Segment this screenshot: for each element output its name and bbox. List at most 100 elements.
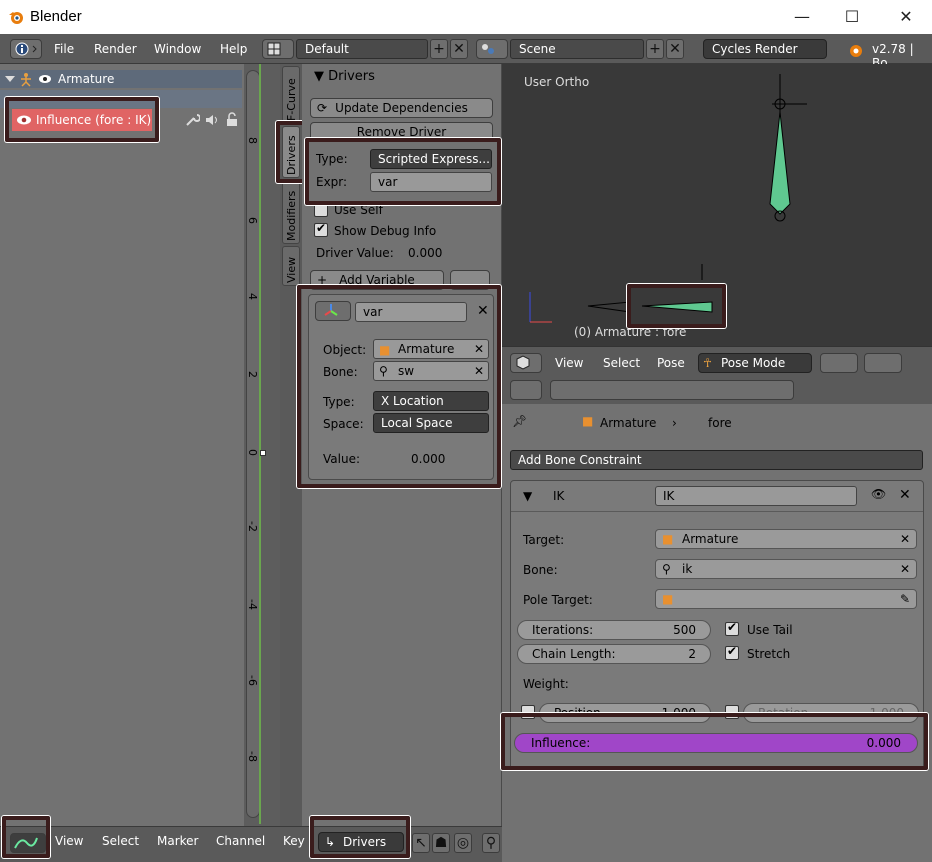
position-weight-field[interactable]: Position 1.000 xyxy=(539,703,711,723)
graph-mode-select[interactable]: ↳ Drivers xyxy=(318,832,404,852)
update-dependencies-button[interactable]: ⟳ Update Dependencies xyxy=(310,98,493,118)
lock-icon[interactable] xyxy=(224,112,240,128)
remove-driver-button[interactable]: Remove Driver xyxy=(310,122,493,142)
menu-window[interactable]: Window xyxy=(154,42,201,56)
editor-type-button[interactable] xyxy=(10,39,42,59)
viewport-menu-select[interactable]: Select xyxy=(603,356,640,370)
remove-variable-icon[interactable]: ✕ xyxy=(477,303,489,319)
channel-drivers-group[interactable] xyxy=(0,90,242,108)
add-variable-button[interactable]: + Add Variable xyxy=(310,270,444,290)
remove-scene-icon[interactable]: ✕ xyxy=(666,39,684,59)
object-field[interactable]: ■ Armature ✕ xyxy=(373,339,489,359)
constraint-type-label: IK xyxy=(553,489,565,503)
ruler-label: 8 xyxy=(246,137,259,144)
variable-type-button[interactable] xyxy=(315,301,351,321)
properties-editor-type[interactable] xyxy=(510,380,542,400)
clear-bone-target-icon[interactable]: ✕ xyxy=(900,560,910,578)
stretch-label: Stretch xyxy=(747,647,791,661)
chain-length-field[interactable]: Chain Length: 2 xyxy=(517,644,711,664)
tab-modifiers[interactable]: Modifiers xyxy=(282,180,300,244)
iterations-field[interactable]: Iterations: 500 xyxy=(517,620,711,640)
menu-file[interactable]: File xyxy=(54,42,74,56)
render-engine-select[interactable]: Cycles Render xyxy=(703,39,827,59)
target-field[interactable]: ■ Armature ✕ xyxy=(655,529,917,549)
scene-name-field[interactable]: Scene xyxy=(510,39,644,59)
copy-paste-variables-button[interactable] xyxy=(450,270,490,290)
add-screen-icon[interactable]: + xyxy=(430,39,448,59)
minimize-button[interactable]: — xyxy=(790,6,814,28)
graph-menu-select[interactable]: Select xyxy=(102,834,139,848)
constraint-name-field[interactable]: IK xyxy=(655,486,857,506)
viewport-editor-type[interactable] xyxy=(510,353,542,373)
3d-viewport[interactable]: User Ortho (0) Armature : fore xyxy=(502,64,932,346)
graph-menu-channel[interactable]: Channel xyxy=(216,834,265,848)
expand-triangle-icon[interactable] xyxy=(4,72,16,86)
speaker-icon[interactable] xyxy=(204,112,220,128)
eye-icon[interactable]: 👁︎ xyxy=(871,487,886,501)
influence-slider[interactable]: Influence: 0.000 xyxy=(514,733,918,753)
pin-icon[interactable]: 📌︎ xyxy=(512,414,527,428)
rotation-weight-field[interactable]: Rotation 1.000 xyxy=(743,703,919,723)
variable-name-field[interactable]: var xyxy=(355,302,467,322)
menu-help[interactable]: Help xyxy=(220,42,247,56)
clear-target-icon[interactable]: ✕ xyxy=(900,530,910,548)
graph-editor-type-button[interactable] xyxy=(10,833,46,853)
driver-type-select[interactable]: Scripted Express... xyxy=(370,149,492,169)
object-label: Object: xyxy=(323,343,367,357)
add-bone-constraint-select[interactable]: Add Bone Constraint xyxy=(510,450,923,470)
screen-layout-button[interactable] xyxy=(262,39,294,59)
clear-object-icon[interactable]: ✕ xyxy=(474,340,484,358)
show-debug-checkbox[interactable]: ✔ xyxy=(314,221,328,237)
viewport-menu-view[interactable]: View xyxy=(555,356,583,370)
stretch-checkbox[interactable]: ✔ xyxy=(725,644,739,660)
eyedropper-icon[interactable]: ✎ xyxy=(900,590,910,608)
use-tail-checkbox[interactable]: ✔ xyxy=(725,620,739,636)
maximize-button[interactable]: ☐ xyxy=(840,6,864,28)
channel-armature[interactable]: Armature xyxy=(0,70,242,88)
bone-target-field[interactable]: ⚲ ik ✕ xyxy=(655,559,917,579)
transform-type-select[interactable]: X Location xyxy=(373,391,489,411)
graph-menu-key[interactable]: Key xyxy=(283,834,305,848)
mode-select[interactable]: ☥ Pose Mode xyxy=(698,353,812,373)
rotation-weight-checkbox[interactable] xyxy=(725,705,739,719)
fcurve-line[interactable] xyxy=(259,64,261,824)
keyframe-point[interactable] xyxy=(260,450,266,456)
screen-name-field[interactable]: Default xyxy=(296,39,428,59)
tab-drivers[interactable]: Drivers xyxy=(282,126,300,178)
cursor-tool-icon[interactable]: ↖ xyxy=(412,833,430,853)
bone-field[interactable]: ⚲ sw ✕ xyxy=(373,361,489,381)
properties-context-tabs[interactable] xyxy=(550,380,794,400)
zoom-icon[interactable]: ⚲ xyxy=(482,833,500,853)
scene-type-button[interactable] xyxy=(476,39,508,59)
cube-icon xyxy=(516,355,530,370)
graph-scrollbar[interactable] xyxy=(246,70,260,818)
viewport-menu-pose[interactable]: Pose xyxy=(657,356,685,370)
target-icon[interactable]: ◎ xyxy=(454,833,472,853)
armature-bones[interactable] xyxy=(502,64,932,346)
pole-target-field[interactable]: ■ ✎ xyxy=(655,589,917,609)
use-self-checkbox[interactable] xyxy=(314,203,328,217)
wrench-icon[interactable] xyxy=(184,112,200,128)
add-scene-icon[interactable]: + xyxy=(646,39,664,59)
space-select[interactable]: Local Space xyxy=(373,413,489,433)
remove-screen-icon[interactable]: ✕ xyxy=(450,39,468,59)
position-weight-checkbox[interactable] xyxy=(521,705,535,719)
graph-menu-view[interactable]: View xyxy=(55,834,83,848)
eye-icon[interactable] xyxy=(38,73,52,85)
graph-menu-marker[interactable]: Marker xyxy=(157,834,198,848)
tab-view[interactable]: View xyxy=(282,246,300,286)
tab-fcurve[interactable]: F-Curve xyxy=(282,66,300,124)
clear-bone-icon[interactable]: ✕ xyxy=(474,362,484,380)
collapse-triangle-icon[interactable]: ▼ xyxy=(523,489,532,503)
delete-constraint-icon[interactable]: ✕ xyxy=(899,487,911,503)
shading-select[interactable] xyxy=(820,353,858,373)
eye-icon[interactable] xyxy=(16,114,32,126)
drivers-panel-title[interactable]: ▼ Drivers xyxy=(314,69,375,84)
channel-influence[interactable]: Influence (fore : IK) xyxy=(12,109,152,131)
space-label: Space: xyxy=(323,417,364,431)
expression-field[interactable]: var xyxy=(370,172,492,192)
close-button[interactable]: ✕ xyxy=(894,6,918,28)
menu-render[interactable]: Render xyxy=(94,42,137,56)
pivot-select[interactable] xyxy=(864,353,902,373)
ghost-icon[interactable]: ☗ xyxy=(432,833,450,853)
